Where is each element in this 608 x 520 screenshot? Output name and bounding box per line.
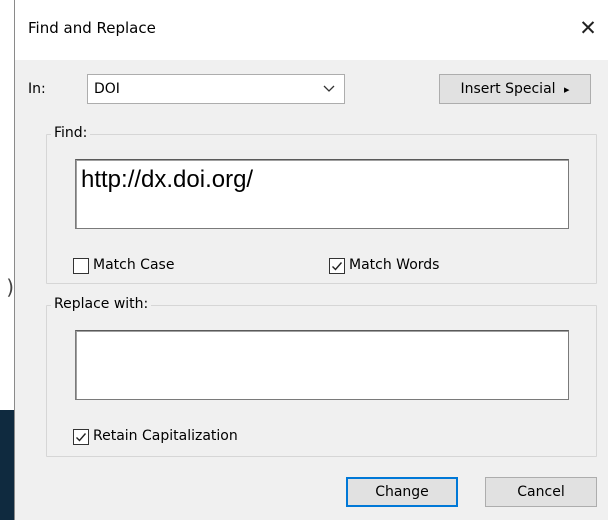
checkmark-icon <box>76 433 87 442</box>
replace-group: Replace with: Retain Capitalization <box>46 296 597 457</box>
retain-capitalization-label: Retain Capitalization <box>93 428 238 444</box>
match-words-label: Match Words <box>349 257 440 273</box>
dialog-title: Find and Replace <box>28 19 156 37</box>
change-button[interactable]: Change <box>346 477 458 507</box>
chevron-down-icon <box>323 85 335 92</box>
arrow-right-icon: ▸ <box>563 83 570 96</box>
replace-legend: Replace with: <box>51 296 152 312</box>
in-label: In: <box>28 81 46 97</box>
find-legend: Find: <box>51 125 91 141</box>
in-field-value: DOI <box>94 81 120 97</box>
background-text-fragment: ) <box>6 275 14 299</box>
find-input[interactable]: http://dx.doi.org/ <box>75 159 569 229</box>
find-input-value: http://dx.doi.org/ <box>81 166 254 193</box>
match-case-checkbox[interactable] <box>73 258 89 274</box>
insert-special-label: Insert Special <box>460 81 556 97</box>
dialog-titlebar: Find and Replace ✕ <box>15 0 608 60</box>
find-replace-dialog: Find and Replace ✕ In: DOI Insert Specia… <box>14 0 608 520</box>
replace-input[interactable] <box>75 330 569 400</box>
checkmark-icon <box>332 262 343 271</box>
insert-special-button[interactable]: Insert Special ▸ <box>439 74 591 104</box>
close-icon[interactable]: ✕ <box>568 6 608 50</box>
match-words-checkbox[interactable] <box>329 258 345 274</box>
match-case-label: Match Case <box>93 257 175 273</box>
retain-capitalization-checkbox[interactable] <box>73 429 89 445</box>
find-group: Find: http://dx.doi.org/ Match Case Matc… <box>46 125 597 284</box>
in-field-select[interactable]: DOI <box>87 74 345 104</box>
cancel-button[interactable]: Cancel <box>485 477 597 507</box>
